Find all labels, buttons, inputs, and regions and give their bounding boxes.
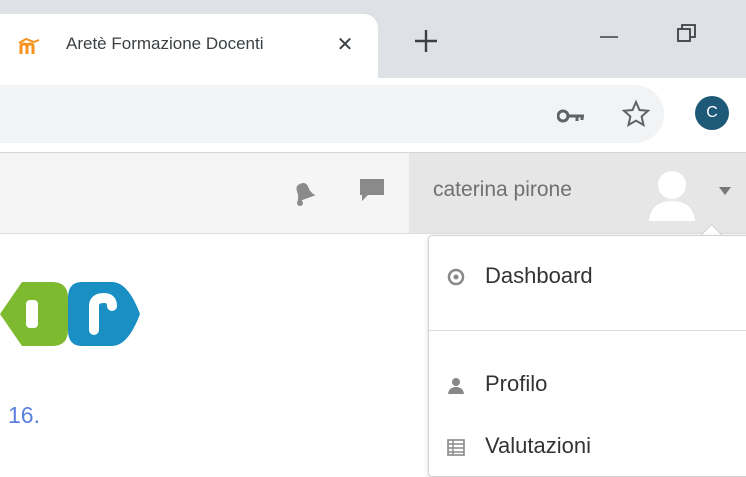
user-avatar-icon[interactable] <box>647 165 697 221</box>
site-navbar: caterina pirone <box>0 153 746 234</box>
browser-tabstrip: Aretè Formazione Docenti ✕ <box>0 0 746 78</box>
site-logo <box>0 282 140 346</box>
grades-icon <box>447 439 465 456</box>
menu-item-profilo[interactable]: Profilo <box>429 364 746 404</box>
browser-tab[interactable]: Aretè Formazione Docenti ✕ <box>0 14 378 78</box>
tab-title: Aretè Formazione Docenti <box>66 34 264 53</box>
caret-down-icon[interactable] <box>719 187 731 195</box>
browser-profile-avatar[interactable]: C <box>695 96 729 130</box>
menu-item-label: Valutazioni <box>485 433 591 458</box>
user-dropdown-menu: Dashboard Profilo Valutazioni <box>428 235 746 477</box>
address-bar[interactable] <box>0 85 664 143</box>
bell-icon[interactable] <box>290 179 316 207</box>
moodle-favicon-icon <box>18 37 40 54</box>
menu-item-valutazioni[interactable]: Valutazioni <box>429 426 746 466</box>
user-name: caterina pirone <box>433 178 572 201</box>
menu-item-label: Profilo <box>485 371 548 396</box>
bookmark-star-icon[interactable] <box>621 99 651 129</box>
tab-close-icon[interactable]: ✕ <box>333 33 357 57</box>
chat-icon[interactable] <box>358 177 386 203</box>
date-text: 16. <box>8 402 40 428</box>
user-menu-toggle[interactable]: caterina pirone <box>409 153 746 233</box>
restore-window-icon[interactable] <box>674 20 700 46</box>
browser-toolbar: C <box>0 78 746 153</box>
menu-item-dashboard[interactable]: Dashboard <box>429 256 746 296</box>
key-icon[interactable] <box>557 109 585 123</box>
user-icon <box>448 378 464 394</box>
new-tab-plus-icon[interactable] <box>411 26 441 56</box>
dashboard-icon <box>447 268 465 286</box>
menu-item-label: Dashboard <box>485 263 593 288</box>
menu-divider <box>429 330 746 331</box>
minimize-window-icon[interactable] <box>596 24 622 50</box>
